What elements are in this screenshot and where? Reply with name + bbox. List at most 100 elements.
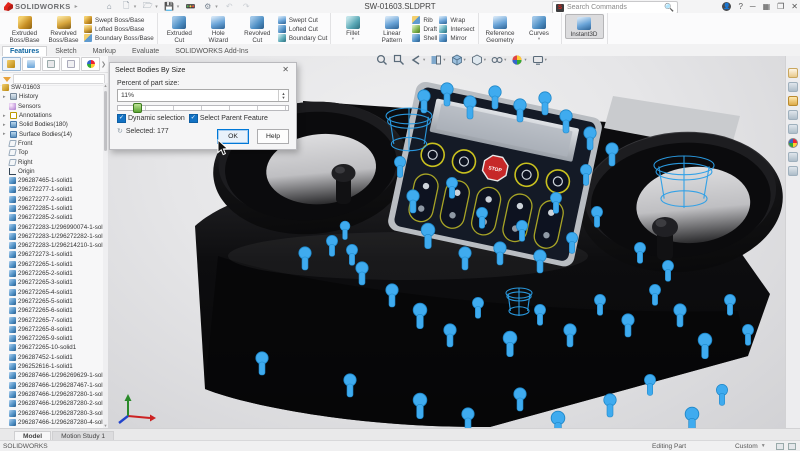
spinbox-arrows[interactable]: ▲▼ <box>278 90 288 101</box>
tree-item[interactable]: 296272265-2-solid1 <box>0 269 103 278</box>
zoom-fit-icon[interactable] <box>376 54 388 66</box>
ribbon-button-instant3d[interactable]: Instant3D <box>565 14 604 39</box>
dynamic-selection-checkbox[interactable]: ✓ Dynamic selection <box>117 114 185 123</box>
layout-icon[interactable]: ▦ <box>763 2 771 11</box>
tree-item[interactable]: 296272265-8-solid1 <box>0 325 103 334</box>
tree-item[interactable]: 296287466-1/296287467-1-solid1 <box>0 381 103 390</box>
dropdown-caret-icon[interactable]: ▾ <box>352 37 354 41</box>
taskpane-file-explorer-icon[interactable] <box>788 110 798 120</box>
user-login-icon[interactable]: 👤 <box>722 2 731 11</box>
ribbon-button-lofted-cut[interactable]: Lofted Cut <box>278 25 328 33</box>
tree-item[interactable]: 296272265-6-solid1 <box>0 306 103 315</box>
percent-value[interactable]: 11% <box>118 92 278 99</box>
tab-dimxpert-manager[interactable] <box>61 57 80 71</box>
ribbon-button-lofted-boss-base[interactable]: Lofted Boss/Base <box>84 25 154 33</box>
redo-icon[interactable]: ↷ <box>241 2 252 12</box>
tree-item[interactable]: 296287466-1/296287280-3-solid1 <box>0 408 103 417</box>
help-icon[interactable]: ? <box>738 2 742 11</box>
open-caret[interactable]: ▾ <box>155 4 158 10</box>
expand-arrow-icon[interactable]: ▸ <box>3 131 7 137</box>
minimize-icon[interactable]: ─ <box>750 2 756 11</box>
pane-icon[interactable] <box>788 443 796 450</box>
ribbon-button-boundary-boss-base[interactable]: Boundary Boss/Base <box>84 34 154 42</box>
edit-appearance-caret-icon[interactable]: ▾ <box>524 57 526 63</box>
open-icon[interactable]: 🗁 <box>142 2 153 12</box>
tree-item[interactable]: 296272277-1-solid1 <box>0 185 103 194</box>
tree-item[interactable]: 296272285-2-solid1 <box>0 213 103 222</box>
tree-item[interactable]: 296272265-5-solid1 <box>0 297 103 306</box>
tree-item[interactable]: ▸Annotations <box>0 111 103 120</box>
ribbon-button-shell[interactable]: Shell <box>412 34 437 42</box>
tab-markup[interactable]: Markup <box>85 46 124 56</box>
ribbon-button-boundary-cut[interactable]: Boundary Cut <box>278 34 328 42</box>
tree-item[interactable]: Front <box>0 139 103 148</box>
filter-funnel-icon[interactable] <box>3 77 11 82</box>
taskpane-forum-icon[interactable] <box>788 166 798 176</box>
help-button[interactable]: Help <box>257 129 289 144</box>
ribbon-button-curves[interactable]: Curves▾ <box>521 14 558 41</box>
tree-item[interactable]: 296287452-1-solid1 <box>0 353 103 362</box>
previous-view-caret-icon[interactable]: ▾ <box>423 57 425 63</box>
menu-expand-arrow-icon[interactable]: ▸ <box>75 3 78 10</box>
section-view-icon[interactable] <box>430 54 442 66</box>
tree-item[interactable]: Origin <box>0 167 103 176</box>
tree-item[interactable]: 296272265-10-solid1 <box>0 343 103 352</box>
dialog-close-icon[interactable]: ✕ <box>280 65 291 74</box>
taskpane-home-icon[interactable] <box>788 68 798 78</box>
taskpane-resources-icon[interactable] <box>788 82 798 92</box>
select-bodies-by-size-dialog[interactable]: Select Bodies By Size ✕ Percent of part … <box>109 62 297 150</box>
search-icon[interactable]: 🔍 <box>664 3 674 12</box>
ribbon-button-mirror[interactable]: Mirror <box>439 34 474 42</box>
percent-slider[interactable] <box>117 103 289 111</box>
tree-item[interactable]: Top <box>0 148 103 157</box>
home-icon[interactable]: ⌂ <box>104 2 115 12</box>
hide-show-items-icon[interactable] <box>491 54 503 66</box>
undo-icon[interactable]: ↶ <box>224 2 235 12</box>
slider-thumb[interactable] <box>133 103 142 113</box>
tab-sketch[interactable]: Sketch <box>47 46 84 56</box>
ribbon-button-intersect[interactable]: Intersect <box>439 25 474 33</box>
ribbon-button-extruded-boss-base[interactable]: Extruded Boss/Base <box>6 14 43 44</box>
taskpane-design-library-icon[interactable] <box>788 96 798 106</box>
ribbon-button-swept-boss-base[interactable]: Swept Boss/Base <box>84 16 154 24</box>
ribbon-button-wrap[interactable]: Wrap <box>439 16 474 24</box>
tree-item[interactable]: 296272265-4-solid1 <box>0 288 103 297</box>
tab-featuremanager-tree[interactable] <box>2 57 21 71</box>
slider-track[interactable] <box>117 105 289 111</box>
previous-view-icon[interactable] <box>410 54 422 66</box>
display-state-dropdown[interactable]: Custom ▼ <box>735 443 766 450</box>
display-style-icon[interactable] <box>471 54 483 66</box>
ribbon-button-draft[interactable]: Draft <box>412 25 437 33</box>
tree-item[interactable]: 296272265-1-solid1 <box>0 260 103 269</box>
tree-item[interactable]: 296272265-7-solid1 <box>0 315 103 324</box>
tab-display-manager[interactable] <box>81 57 100 71</box>
tree-item[interactable]: 296272273-1-solid1 <box>0 250 103 259</box>
tree-item[interactable]: 296272283-1/296990074-1-solid1 <box>0 222 103 231</box>
tab-evaluate[interactable]: Evaluate <box>124 46 167 56</box>
tree-item[interactable]: 296272283-1/296272282-1-solid1 <box>0 232 103 241</box>
options-caret[interactable]: ▾ <box>215 4 218 10</box>
tree-item[interactable]: 296287466-1/296287280-1-solid1 <box>0 390 103 399</box>
expand-arrow-icon[interactable]: ▸ <box>3 122 7 128</box>
ribbon-button-revolved-boss-base[interactable]: Revolved Boss/Base <box>45 14 82 44</box>
save-icon[interactable]: 💾 <box>164 2 175 12</box>
section-view-caret-icon[interactable]: ▾ <box>443 57 445 63</box>
taskpane-view-palette-icon[interactable] <box>788 124 798 134</box>
view-settings-caret-icon[interactable]: ▾ <box>545 57 547 63</box>
view-orientation-icon[interactable] <box>451 54 463 66</box>
tree-item[interactable]: ▸Surface Bodies(14) <box>0 129 103 138</box>
tree-item[interactable]: SW-01603 <box>0 83 103 92</box>
ribbon-button-swept-cut[interactable]: Swept Cut <box>278 16 328 24</box>
display-style-caret-icon[interactable]: ▾ <box>484 57 486 63</box>
percent-spinbox[interactable]: 11% ▲▼ <box>117 89 289 102</box>
tree-item[interactable]: 296272283-1/296214210-1-solid1 <box>0 241 103 250</box>
taskpane-custom-properties-icon[interactable] <box>788 152 798 162</box>
view-orientation-caret-icon[interactable]: ▾ <box>464 57 466 63</box>
save-caret[interactable]: ▾ <box>177 4 180 10</box>
tree-item[interactable]: 296252616-1-solid1 <box>0 362 103 371</box>
restore-icon[interactable]: ❐ <box>777 2 784 11</box>
dropdown-caret-icon[interactable]: ▾ <box>538 37 540 41</box>
ribbon-button-fillet[interactable]: Fillet▾ <box>334 14 371 41</box>
ribbon-button-revolved-cut[interactable]: Revolved Cut <box>239 14 276 44</box>
expand-arrow-icon[interactable]: ▸ <box>3 113 7 119</box>
